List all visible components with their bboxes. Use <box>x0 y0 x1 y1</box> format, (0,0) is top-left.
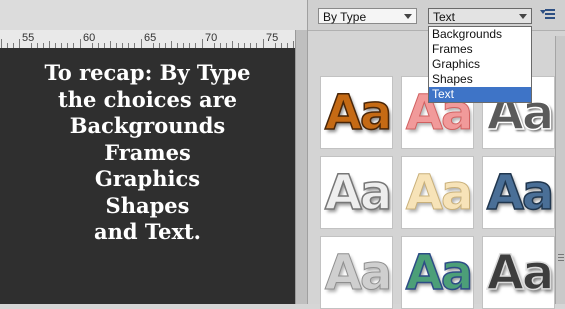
graphics-panel: By Type Text Aa Aa Aa Aa Aa Aa Aa Aa Aa … <box>307 0 565 309</box>
recap-text-overlay: To recap: By Type the choices are Backgr… <box>0 60 295 246</box>
recap-line: Graphics <box>94 166 201 191</box>
style-tile-silver[interactable]: Aa <box>320 236 393 309</box>
ruler-label-75: 75 <box>266 32 279 44</box>
view-by-value: By Type <box>323 10 367 24</box>
view-by-select[interactable]: By Type <box>318 8 417 24</box>
style-preview: Aa <box>324 84 392 142</box>
panel-scrollbar[interactable] <box>555 36 565 304</box>
style-tile-leopard[interactable]: Aa <box>320 76 393 149</box>
style-tile-metal[interactable]: Aa <box>482 236 555 309</box>
horizontal-ruler: 55 60 65 70 75 <box>0 30 295 49</box>
category-dropdown-list: Backgrounds Frames Graphics Shapes Text <box>428 26 532 103</box>
recap-line: the choices are <box>58 86 237 112</box>
style-preview: Aa <box>324 245 392 302</box>
category-select[interactable]: Text <box>428 8 532 24</box>
style-preview: Aa <box>405 165 473 222</box>
ruler-label-70: 70 <box>205 32 218 44</box>
ruler-label-55: 55 <box>22 32 35 44</box>
recap-line: Frames <box>104 139 191 165</box>
style-preview: Aa <box>324 164 392 222</box>
ruler-label-65: 65 <box>144 32 157 44</box>
dropdown-option-frames[interactable]: Frames <box>429 42 531 57</box>
panel-menu-icon[interactable] <box>540 8 556 22</box>
dropdown-option-shapes[interactable]: Shapes <box>429 72 531 87</box>
chevron-down-icon <box>404 14 412 19</box>
recap-line: To recap: By Type <box>44 60 251 85</box>
scroll-grip-icon <box>558 254 564 255</box>
recap-line: Shapes <box>105 192 190 218</box>
style-preview: Aa <box>486 244 554 302</box>
ruler-label-60: 60 <box>83 32 96 44</box>
dropdown-option-text[interactable]: Text <box>429 87 531 102</box>
category-value: Text <box>433 10 456 24</box>
style-preview: Aa <box>486 164 554 222</box>
recap-line: and Text. <box>94 219 201 244</box>
toolbar-strip <box>0 0 307 31</box>
style-tile-cream[interactable]: Aa <box>401 156 474 229</box>
style-tile-chrome[interactable]: Aa <box>320 156 393 229</box>
chevron-down-icon <box>519 14 527 19</box>
style-tile-denim[interactable]: Aa <box>482 156 555 229</box>
style-tile-green[interactable]: Aa <box>401 236 474 309</box>
dropdown-option-graphics[interactable]: Graphics <box>429 57 531 72</box>
style-preview: Aa <box>405 244 473 302</box>
recap-line: Backgrounds <box>69 113 226 138</box>
dropdown-option-backgrounds[interactable]: Backgrounds <box>429 27 531 42</box>
